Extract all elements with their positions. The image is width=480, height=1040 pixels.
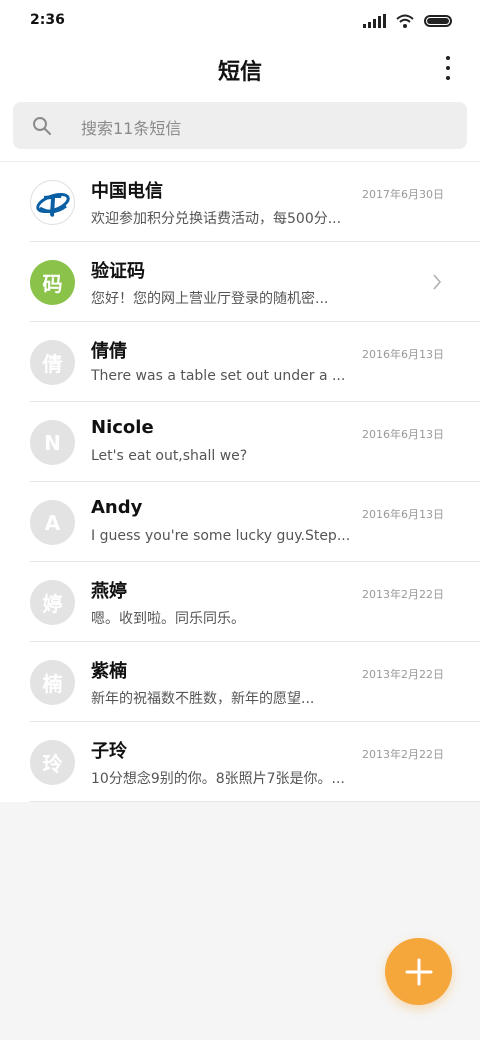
divider — [30, 801, 480, 802]
sender-name: Andy — [91, 497, 143, 518]
search-input[interactable]: 搜索11条短信 — [13, 102, 467, 149]
message-list: 中国电信 2017年6月30日 欢迎参加积分兑换话费活动，每500分... 码 … — [0, 162, 480, 802]
message-date: 2016年6月13日 — [362, 508, 444, 521]
more-dot-icon — [446, 66, 450, 70]
signal-icon — [363, 14, 386, 28]
more-dot-icon — [446, 56, 450, 60]
message-preview: 嗯。收到啦。同乐同乐。 — [91, 611, 245, 627]
list-item[interactable]: 码 验证码 您好！您的网上营业厅登录的随机密... — [0, 242, 480, 322]
message-preview: 您好！您的网上营业厅登录的随机密... — [91, 291, 329, 307]
list-item[interactable]: 中国电信 2017年6月30日 欢迎参加积分兑换话费活动，每500分... — [0, 162, 480, 242]
status-icons — [363, 12, 452, 30]
wifi-icon — [396, 14, 414, 28]
status-time: 2:36 — [30, 12, 65, 28]
avatar: 倩 — [30, 340, 75, 385]
list-item[interactable]: 玲 子玲 2013年2月22日 10分想念9别的你。8张照片7张是你。... — [0, 722, 480, 802]
list-item[interactable]: 婷 燕婷 2013年2月22日 嗯。收到啦。同乐同乐。 — [0, 562, 480, 642]
message-date: 2013年2月22日 — [362, 588, 444, 601]
status-bar: 2:36 — [0, 0, 480, 40]
message-preview: There was a table set out under a ... — [91, 368, 346, 384]
avatar: 玲 — [30, 740, 75, 785]
search-placeholder: 搜索11条短信 — [81, 119, 182, 138]
list-item[interactable]: A Andy 2016年6月13日 I guess you're some lu… — [0, 482, 480, 562]
chevron-right-icon — [433, 274, 442, 290]
china-telecom-logo-icon — [30, 180, 75, 225]
sender-name: 中国电信 — [91, 181, 163, 202]
search-icon — [33, 117, 51, 135]
list-item[interactable]: 楠 紫楠 2013年2月22日 新年的祝福数不胜数，新年的愿望... — [0, 642, 480, 722]
plus-icon — [405, 958, 432, 985]
message-date: 2016年6月13日 — [362, 428, 444, 441]
sender-name: 倩倩 — [91, 341, 127, 362]
message-date: 2017年6月30日 — [362, 188, 444, 201]
message-date: 2016年6月13日 — [362, 348, 444, 361]
app-header: 短信 — [0, 44, 480, 92]
message-preview: 欢迎参加积分兑换话费活动，每500分... — [91, 211, 342, 227]
message-preview: Let's eat out,shall we? — [91, 448, 248, 464]
list-item[interactable]: N Nicole 2016年6月13日 Let's eat out,shall … — [0, 402, 480, 482]
avatar: 码 — [30, 260, 75, 305]
page-title: 短信 — [217, 60, 262, 85]
sender-name: 子玲 — [91, 741, 127, 762]
avatar: 楠 — [30, 660, 75, 705]
more-options-button[interactable] — [442, 56, 454, 80]
more-dot-icon — [446, 76, 450, 80]
message-preview: 新年的祝福数不胜数，新年的愿望... — [91, 691, 315, 707]
avatar: N — [30, 420, 75, 465]
avatar: 婷 — [30, 580, 75, 625]
message-date: 2013年2月22日 — [362, 748, 444, 761]
message-date: 2013年2月22日 — [362, 668, 444, 681]
sender-name: Nicole — [91, 417, 154, 438]
new-message-button[interactable] — [385, 938, 452, 1005]
sender-name: 验证码 — [91, 261, 145, 282]
sender-name: 燕婷 — [91, 581, 127, 602]
sender-name: 紫楠 — [91, 661, 127, 682]
list-item[interactable]: 倩 倩倩 2016年6月13日 There was a table set ou… — [0, 322, 480, 402]
message-preview: I guess you're some lucky guy.Step... — [91, 528, 351, 544]
battery-icon — [424, 15, 452, 27]
message-preview: 10分想念9别的你。8张照片7张是你。... — [91, 771, 345, 787]
avatar: A — [30, 500, 75, 545]
